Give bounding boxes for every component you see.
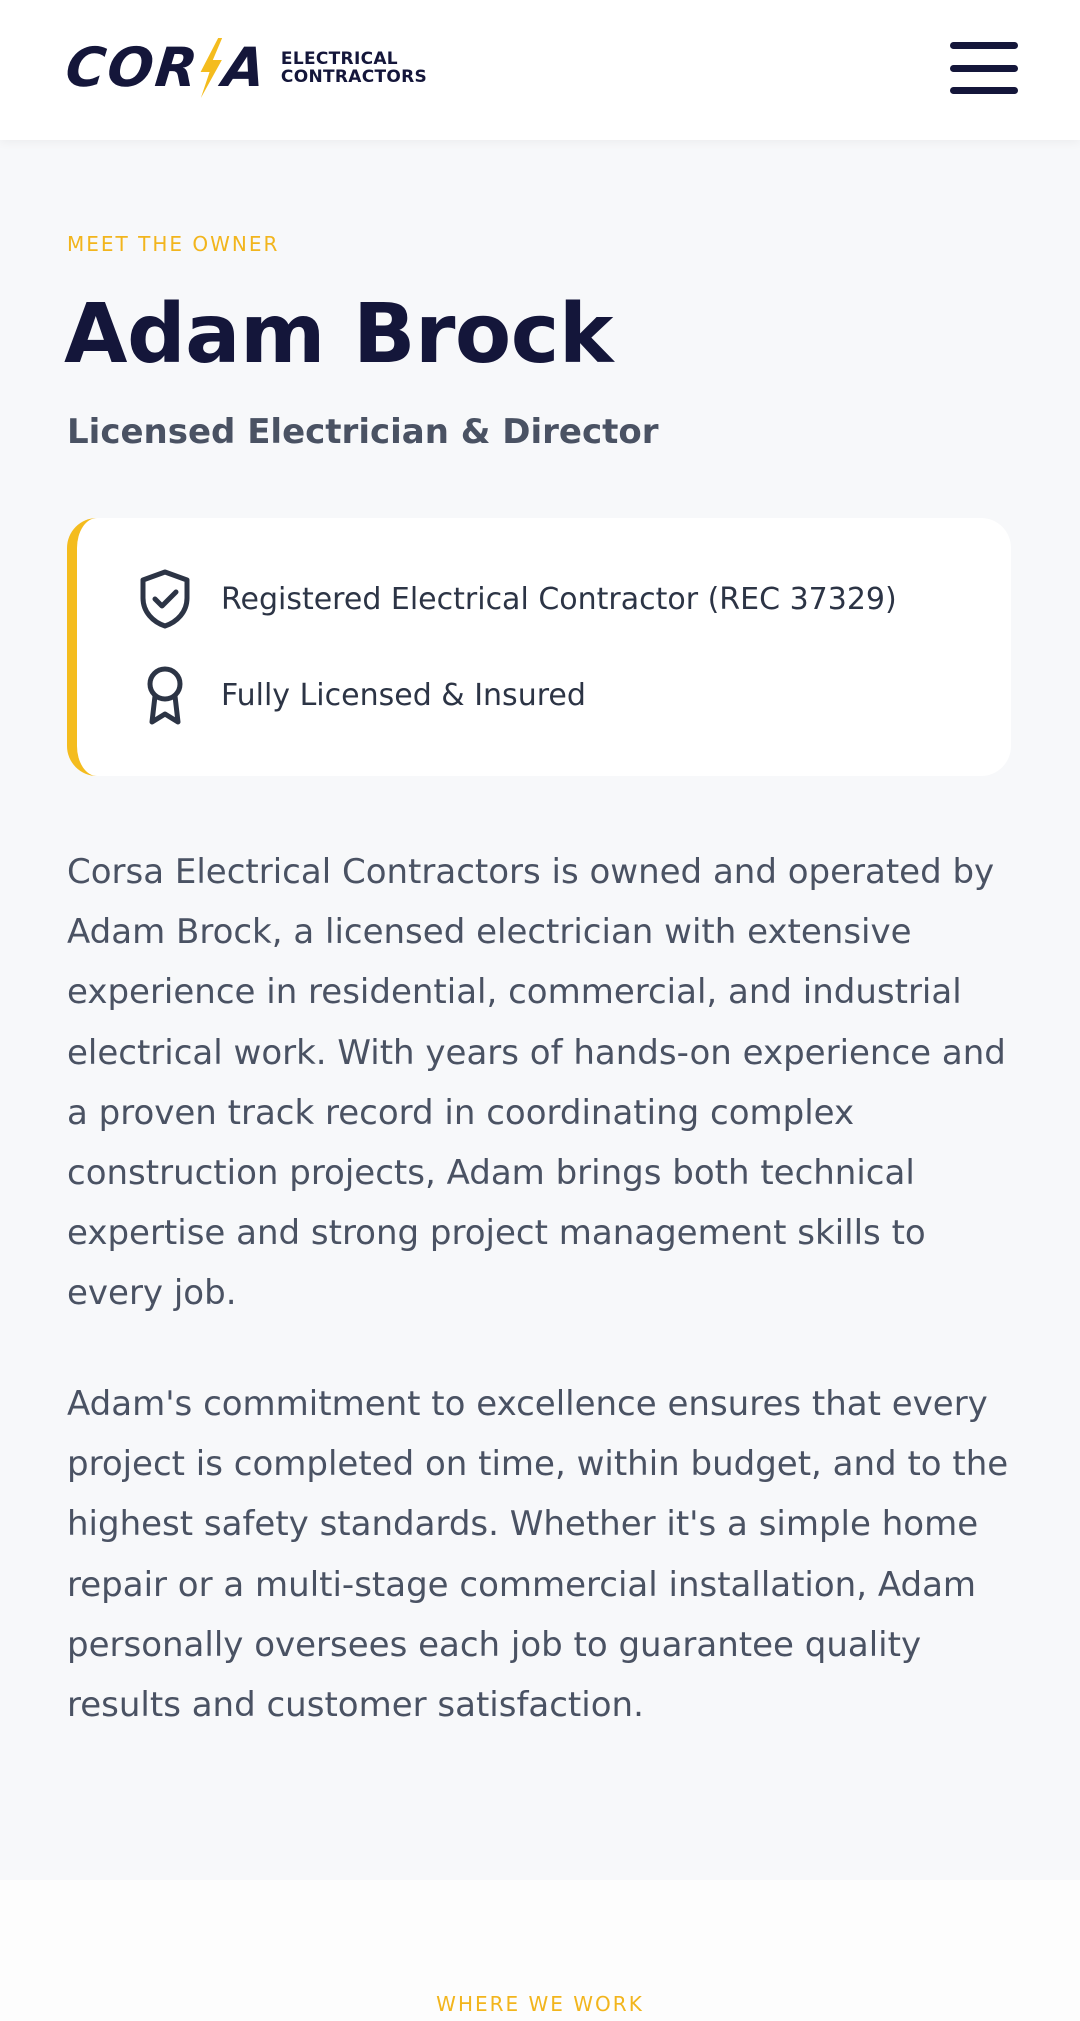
menu-bar-top: [950, 42, 1018, 49]
meet-the-owner-section: MEET THE OWNER Adam Brock Licensed Elect…: [0, 140, 1080, 1880]
section-eyebrow: WHERE WE WORK: [436, 1992, 644, 2016]
logo-wordmark-end: A: [219, 36, 271, 99]
hamburger-menu-icon[interactable]: [950, 42, 1020, 94]
where-we-work-section: WHERE WE WORK: [0, 1880, 1080, 2021]
corsa-logo[interactable]: COR A ELECTRICAL CONTRACTORS: [62, 36, 427, 100]
owner-bio-paragraph: Corsa Electrical Contractors is owned an…: [67, 852, 1006, 1314]
logo-wordmark-start: COR: [62, 36, 203, 99]
section-eyebrow: MEET THE OWNER: [67, 232, 280, 256]
credential-label: Registered Electrical Contractor (REC 37…: [221, 581, 897, 617]
logo-subtitle-line2: CONTRACTORS: [280, 67, 428, 87]
site-header: COR A ELECTRICAL CONTRACTORS: [0, 0, 1080, 140]
logo-wordmark: COR A: [62, 36, 271, 99]
menu-bar-middle: [950, 64, 1018, 72]
logo-subtitle-line1: ELECTRICAL: [280, 49, 398, 69]
owner-bio-paragraph: Adam's commitment to excellence ensures …: [67, 1384, 1009, 1726]
award-ribbon-icon: [147, 666, 183, 725]
shield-check-icon: [140, 569, 190, 629]
credentials-card: Registered Electrical Contractor (REC 37…: [67, 518, 1011, 776]
credential-item: Registered Electrical Contractor (REC 37…: [137, 568, 897, 630]
credential-label: Fully Licensed & Insured: [221, 677, 586, 713]
logo-subtitle: ELECTRICAL CONTRACTORS: [281, 50, 427, 86]
owner-role: Licensed Electrician & Director: [67, 412, 659, 452]
owner-name: Adam Brock: [64, 287, 613, 382]
credential-item: Fully Licensed & Insured: [137, 664, 586, 726]
menu-bar-bottom: [950, 87, 1018, 94]
